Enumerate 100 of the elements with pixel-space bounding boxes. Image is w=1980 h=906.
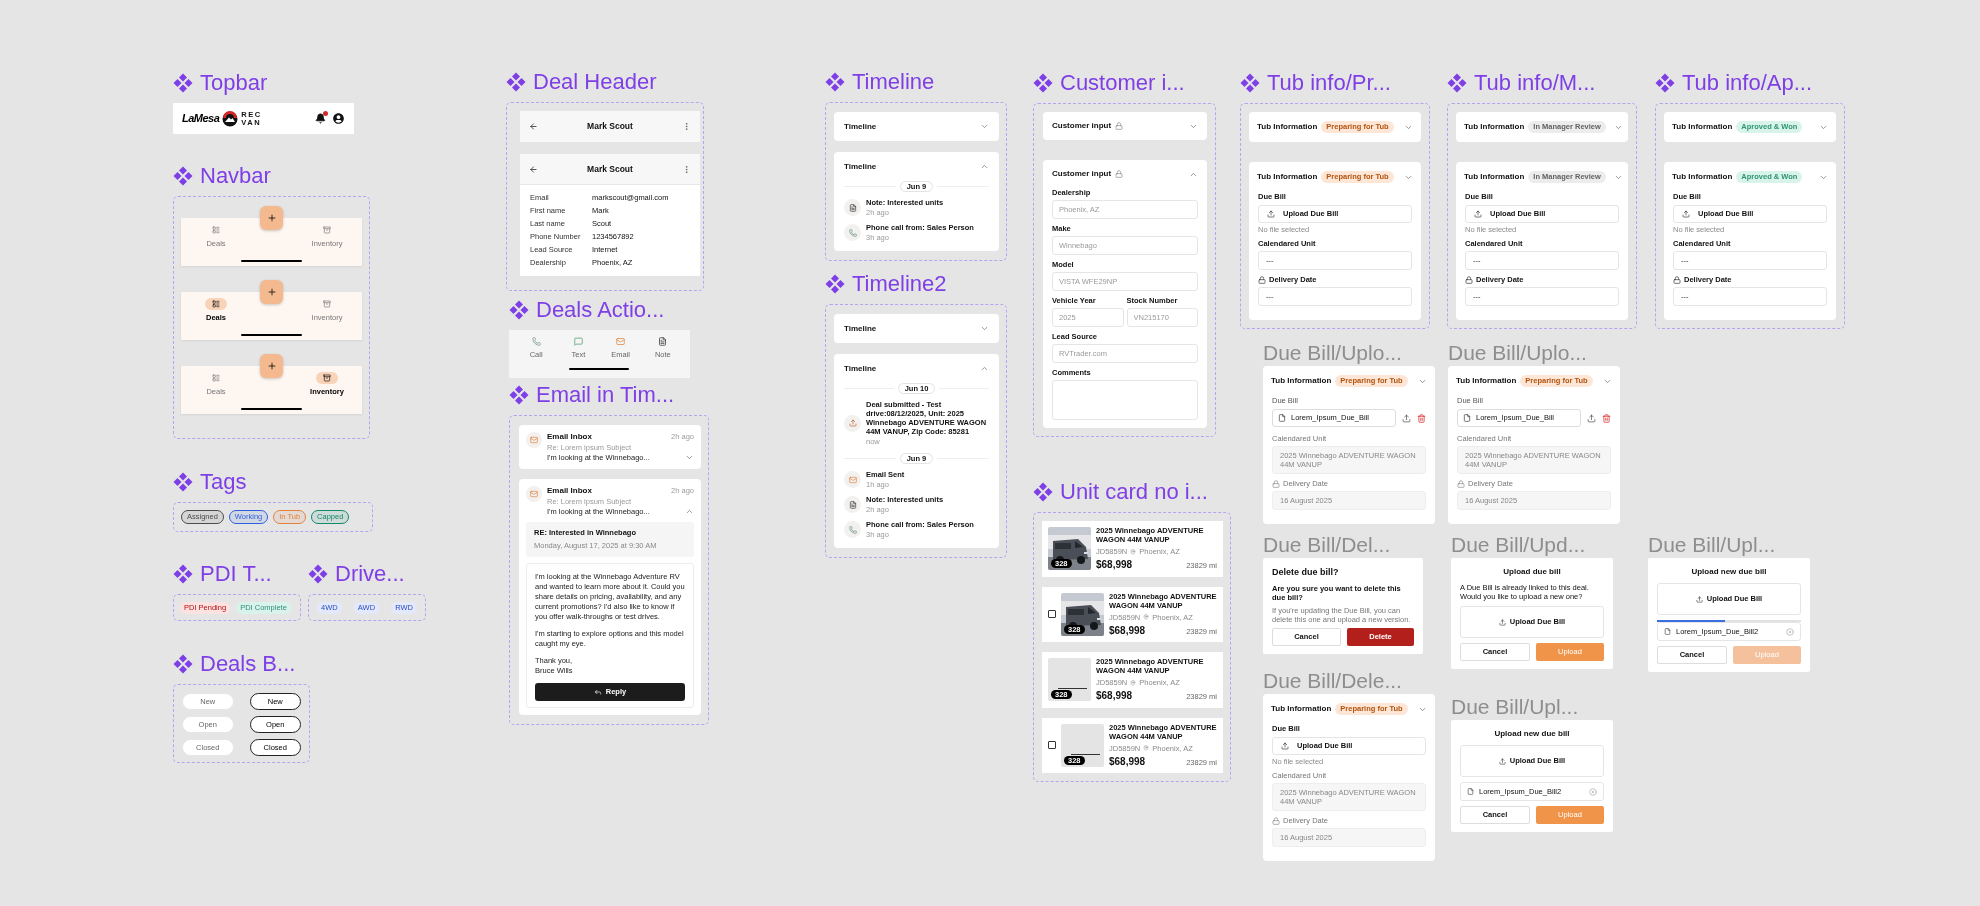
chevron-up-icon[interactable] <box>980 162 989 171</box>
plus-icon <box>266 213 277 223</box>
remove-icon[interactable] <box>1589 787 1597 796</box>
reply-icon <box>593 687 602 696</box>
chat-bubble-icon <box>573 337 583 346</box>
comments-field[interactable] <box>1052 380 1198 420</box>
chevron-down-icon[interactable] <box>685 453 694 462</box>
upload-icon[interactable] <box>1587 413 1596 423</box>
component-icon <box>173 564 193 584</box>
panel-heading: Tub Information <box>1257 171 1318 183</box>
frame-label: Due Bill/Del... <box>1263 532 1392 558</box>
chevron-down-icon[interactable] <box>980 122 989 131</box>
component-icon <box>509 300 529 320</box>
remove-icon[interactable] <box>1786 627 1794 636</box>
home-indicator <box>569 368 629 370</box>
upload-icon <box>1498 618 1506 626</box>
mail-icon <box>616 337 626 346</box>
add-button[interactable] <box>260 354 283 378</box>
location-pin-icon <box>1143 745 1150 752</box>
add-button[interactable] <box>260 280 283 304</box>
upload-icon <box>844 414 861 432</box>
frame-label: Due Bill/Upl... <box>1648 532 1777 558</box>
home-indicator <box>241 260 302 262</box>
unit-price: $68,998 <box>1096 690 1133 703</box>
archive-icon <box>323 300 331 308</box>
image-placeholder <box>1048 658 1091 702</box>
panel-heading: Tub Information <box>1271 703 1332 715</box>
add-button[interactable] <box>260 206 283 230</box>
unit-price: $68,998 <box>1109 755 1146 768</box>
unit-price: $68,998 <box>1109 624 1146 637</box>
archive-icon <box>323 374 331 382</box>
file-icon <box>1463 414 1471 422</box>
archive-icon <box>323 226 331 234</box>
user-avatar-icon[interactable] <box>333 113 344 124</box>
panel-heading: Tub Information <box>1464 121 1525 133</box>
plus-icon <box>266 287 277 297</box>
more-icon[interactable] <box>682 164 691 174</box>
document-icon <box>844 199 861 216</box>
panel-heading: Timeline <box>844 322 877 335</box>
location-pin-icon <box>1130 548 1137 555</box>
file-icon <box>1278 414 1286 422</box>
list-icon <box>212 374 220 382</box>
component-title: Topbar <box>200 69 268 97</box>
notification-bell-icon[interactable] <box>315 113 326 124</box>
panel-heading: Tub Information <box>1672 121 1733 133</box>
component-icon <box>173 472 193 492</box>
component-icon <box>308 564 328 584</box>
component-icon <box>173 73 193 93</box>
component-icon <box>1240 73 1260 93</box>
trash-icon[interactable] <box>1417 413 1426 423</box>
file-icon <box>1467 788 1474 795</box>
upload-icon[interactable] <box>1402 413 1411 423</box>
component-title: PDI T... <box>200 560 272 588</box>
home-indicator <box>241 334 302 336</box>
component-icon <box>825 274 845 294</box>
component-icon <box>509 385 529 405</box>
deal-name: Mark Scout <box>587 162 633 176</box>
email-sender: Email Inbox <box>547 486 593 496</box>
checkbox[interactable] <box>1048 741 1056 750</box>
upload-icon <box>1695 595 1703 603</box>
component-title: Email in Tim... <box>536 381 675 409</box>
component-title: Deals B... <box>200 650 296 678</box>
dialog-title: Delete due bill? <box>1272 566 1340 579</box>
image-placeholder <box>1061 723 1104 767</box>
chevron-down-icon[interactable] <box>980 324 989 333</box>
panel-heading: Customer input <box>1052 120 1112 132</box>
trash-icon[interactable] <box>1602 413 1611 423</box>
component-title: Timeline <box>852 68 935 96</box>
dialog-title: Upload due bill <box>1502 566 1562 578</box>
logo-wordmark: LaMesa <box>182 111 220 127</box>
frame-label: Due Bill/Uplo... <box>1263 340 1403 366</box>
component-icon <box>1655 73 1675 93</box>
list-icon <box>212 300 220 308</box>
document-icon <box>844 496 861 513</box>
chevron-up-icon[interactable] <box>980 364 989 373</box>
file-icon <box>1664 628 1671 635</box>
home-indicator <box>241 408 302 410</box>
dialog-title: Upload new due bill <box>1690 566 1768 578</box>
component-icon <box>1033 482 1053 502</box>
chevron-up-icon[interactable] <box>685 507 694 516</box>
upload-icon <box>1498 757 1506 765</box>
component-title: Deal Header <box>533 68 657 96</box>
back-arrow-icon[interactable] <box>529 122 538 131</box>
panel-heading: Timeline <box>844 120 877 133</box>
phone-icon <box>531 337 541 346</box>
component-icon <box>173 654 193 674</box>
component-title: Timeline2 <box>852 270 947 298</box>
back-arrow-icon[interactable] <box>529 164 538 174</box>
checkbox[interactable] <box>1048 610 1056 619</box>
more-icon[interactable] <box>682 122 691 131</box>
phone-icon <box>844 521 861 538</box>
component-title: Tub info/M... <box>1474 69 1596 97</box>
panel-heading: Tub Information <box>1456 375 1517 387</box>
lock-icon <box>1115 122 1124 130</box>
component-icon <box>825 72 845 92</box>
component-title: Tub info/Pr... <box>1267 69 1391 97</box>
dialog-title: Upload new due bill <box>1493 728 1571 740</box>
component-title: Drive... <box>335 560 405 588</box>
document-icon <box>658 337 668 346</box>
phone-icon <box>844 224 861 241</box>
